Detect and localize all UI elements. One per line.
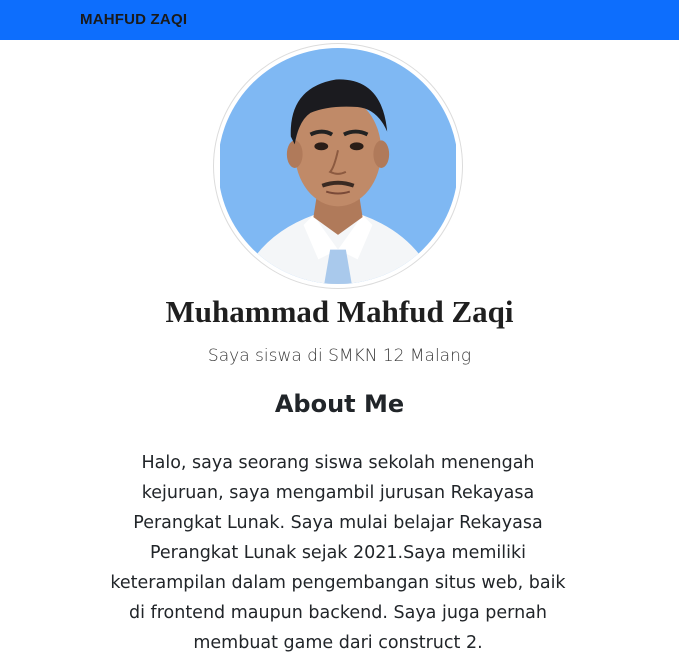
navbar: MAHFUD ZAQI (0, 0, 679, 40)
profile-tagline: Saya siswa di SMKN 12 Malang (207, 346, 472, 366)
about-title: About Me (274, 390, 405, 418)
avatar (213, 43, 463, 289)
profile-name: Muhammad Mahfud Zaqi (165, 294, 514, 329)
profile-photo-icon (220, 48, 456, 284)
navbar-brand[interactable]: MAHFUD ZAQI (80, 11, 187, 28)
about-text: Halo, saya seorang siswa sekolah menenga… (110, 453, 566, 653)
